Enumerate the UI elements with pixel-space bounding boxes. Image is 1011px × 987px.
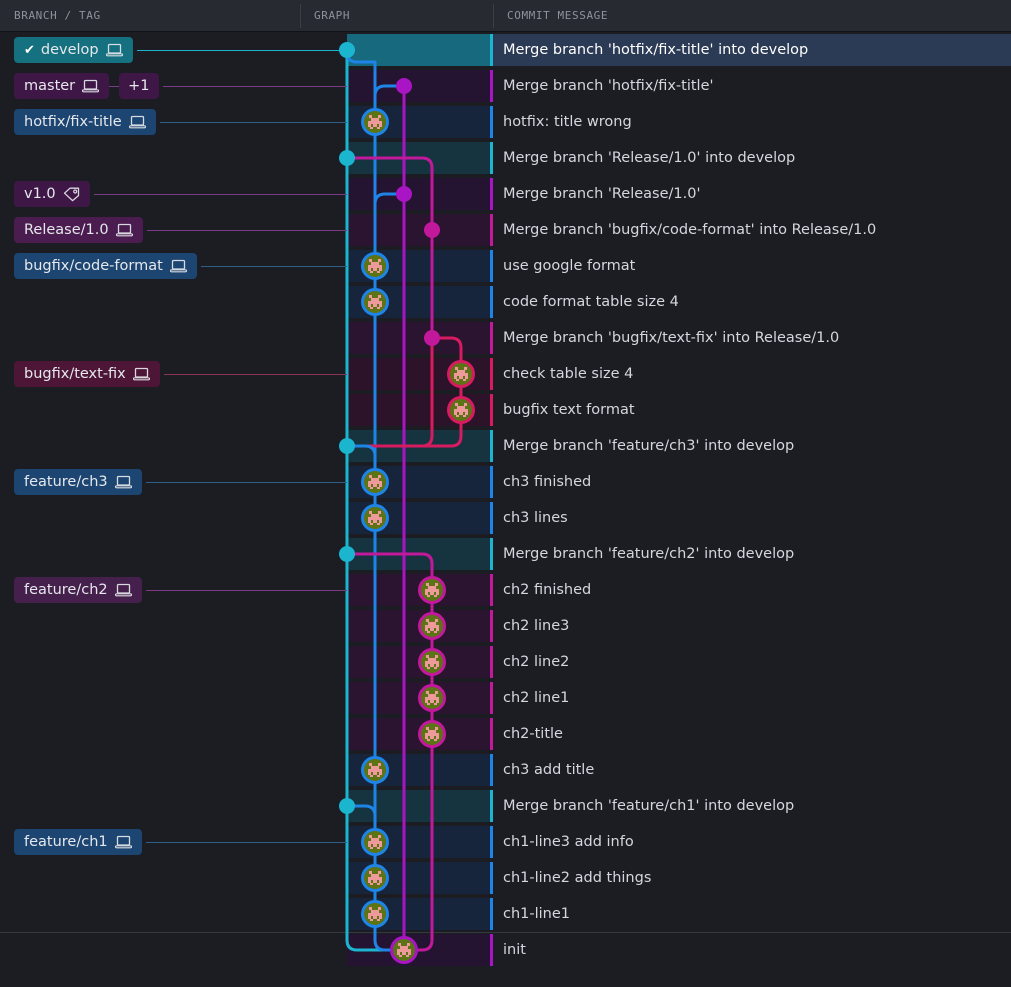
- laptop-icon: [128, 115, 146, 129]
- laptop-icon: [115, 223, 133, 237]
- ref-connector-line: [200, 266, 347, 267]
- column-header-branch-tag[interactable]: BRANCH / TAG: [0, 0, 300, 31]
- ref-label-release-1-0[interactable]: Release/1.0: [14, 217, 143, 243]
- laptop-icon: [132, 367, 150, 381]
- ref-label-hotfix-fix-title[interactable]: hotfix/fix-title: [14, 109, 156, 135]
- laptop-icon: [105, 43, 123, 57]
- ref-connector-line: [136, 50, 347, 51]
- ref-label-text: feature/ch2: [24, 582, 108, 598]
- git-graph-window: BRANCH / TAG GRAPH COMMIT MESSAGE Merge …: [0, 0, 1011, 987]
- ref-label-v1-0[interactable]: v1.0: [14, 181, 90, 207]
- laptop-icon: [82, 79, 100, 93]
- ref-label-feature-ch3[interactable]: feature/ch3: [14, 469, 142, 495]
- ref-connector-line: [109, 86, 120, 87]
- tag-icon: [63, 187, 80, 202]
- laptop-icon: [132, 367, 150, 381]
- column-header: BRANCH / TAG GRAPH COMMIT MESSAGE: [0, 0, 1011, 32]
- ref-connector-line: [93, 194, 347, 195]
- ref-label-text: v1.0: [24, 186, 56, 202]
- extra-refs-badge[interactable]: +1: [119, 73, 159, 99]
- ref-label-text: feature/ch3: [24, 474, 108, 490]
- ref-connector-line: [145, 842, 347, 843]
- ref-label-text: develop: [40, 42, 99, 58]
- laptop-icon: [169, 259, 187, 273]
- column-header-graph[interactable]: GRAPH: [300, 0, 493, 31]
- laptop-icon: [169, 259, 187, 273]
- column-header-commit-message[interactable]: COMMIT MESSAGE: [493, 0, 1011, 31]
- ref-label-master[interactable]: master: [14, 73, 110, 99]
- ref-connector-line: [145, 482, 347, 483]
- ref-label-feature-ch2[interactable]: feature/ch2: [14, 577, 142, 603]
- ref-label-text: master: [24, 78, 76, 94]
- ref-connector-line: [159, 122, 347, 123]
- ref-label-text: bugfix/text-fix: [24, 366, 126, 382]
- laptop-icon: [114, 475, 132, 489]
- laptop-icon: [114, 583, 132, 597]
- ref-label-text: hotfix/fix-title: [24, 114, 122, 130]
- laptop-icon: [105, 43, 123, 57]
- ref-connector-line: [145, 590, 347, 591]
- ref-label-text: Release/1.0: [24, 222, 109, 238]
- tag-icon: [63, 187, 79, 201]
- ref-connector-line: [146, 230, 347, 231]
- ref-label-text: bugfix/code-format: [24, 258, 163, 274]
- ref-label-develop[interactable]: ✔ develop: [14, 37, 133, 63]
- laptop-icon: [114, 475, 132, 489]
- laptop-icon: [115, 223, 133, 237]
- laptop-icon: [114, 835, 132, 849]
- laptop-icon: [114, 583, 132, 597]
- ref-label-bugfix-text-fix[interactable]: bugfix/text-fix: [14, 361, 160, 387]
- ref-label-feature-ch1[interactable]: feature/ch1: [14, 829, 142, 855]
- ref-label-text: feature/ch1: [24, 834, 108, 850]
- ref-label-bugfix-code-format[interactable]: bugfix/code-format: [14, 253, 197, 279]
- ref-connector-line: [162, 86, 347, 87]
- checkmark-icon: ✔: [24, 42, 35, 58]
- laptop-icon: [82, 79, 100, 93]
- ref-label-layer: ✔ develop master +1 hotfix/fix-title v1.0 …: [0, 32, 1011, 987]
- ref-connector-line: [163, 374, 347, 375]
- laptop-icon: [114, 835, 132, 849]
- laptop-icon: [128, 115, 146, 129]
